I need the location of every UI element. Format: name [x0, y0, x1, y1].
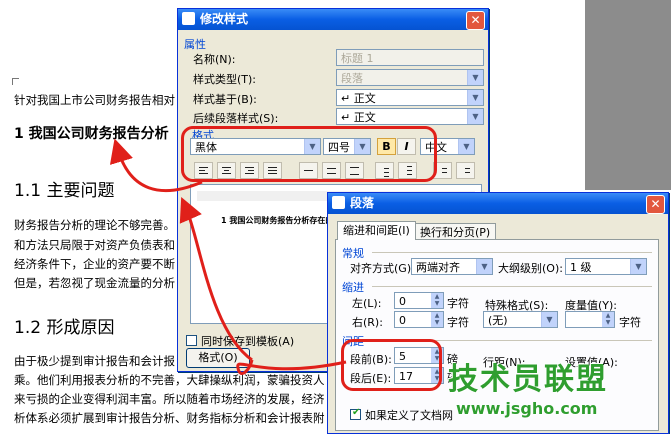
arrow-format-to-heading — [109, 138, 203, 192]
arrow-spacing-loop — [236, 359, 347, 375]
watermark-brand: 技术员联盟 — [448, 362, 608, 397]
watermark-url: www.jsgho.com — [456, 399, 598, 418]
tab-indent-spacing[interactable]: 缩进和间距(I) — [337, 221, 416, 240]
arrow-spacing-to-preview — [179, 197, 253, 362]
